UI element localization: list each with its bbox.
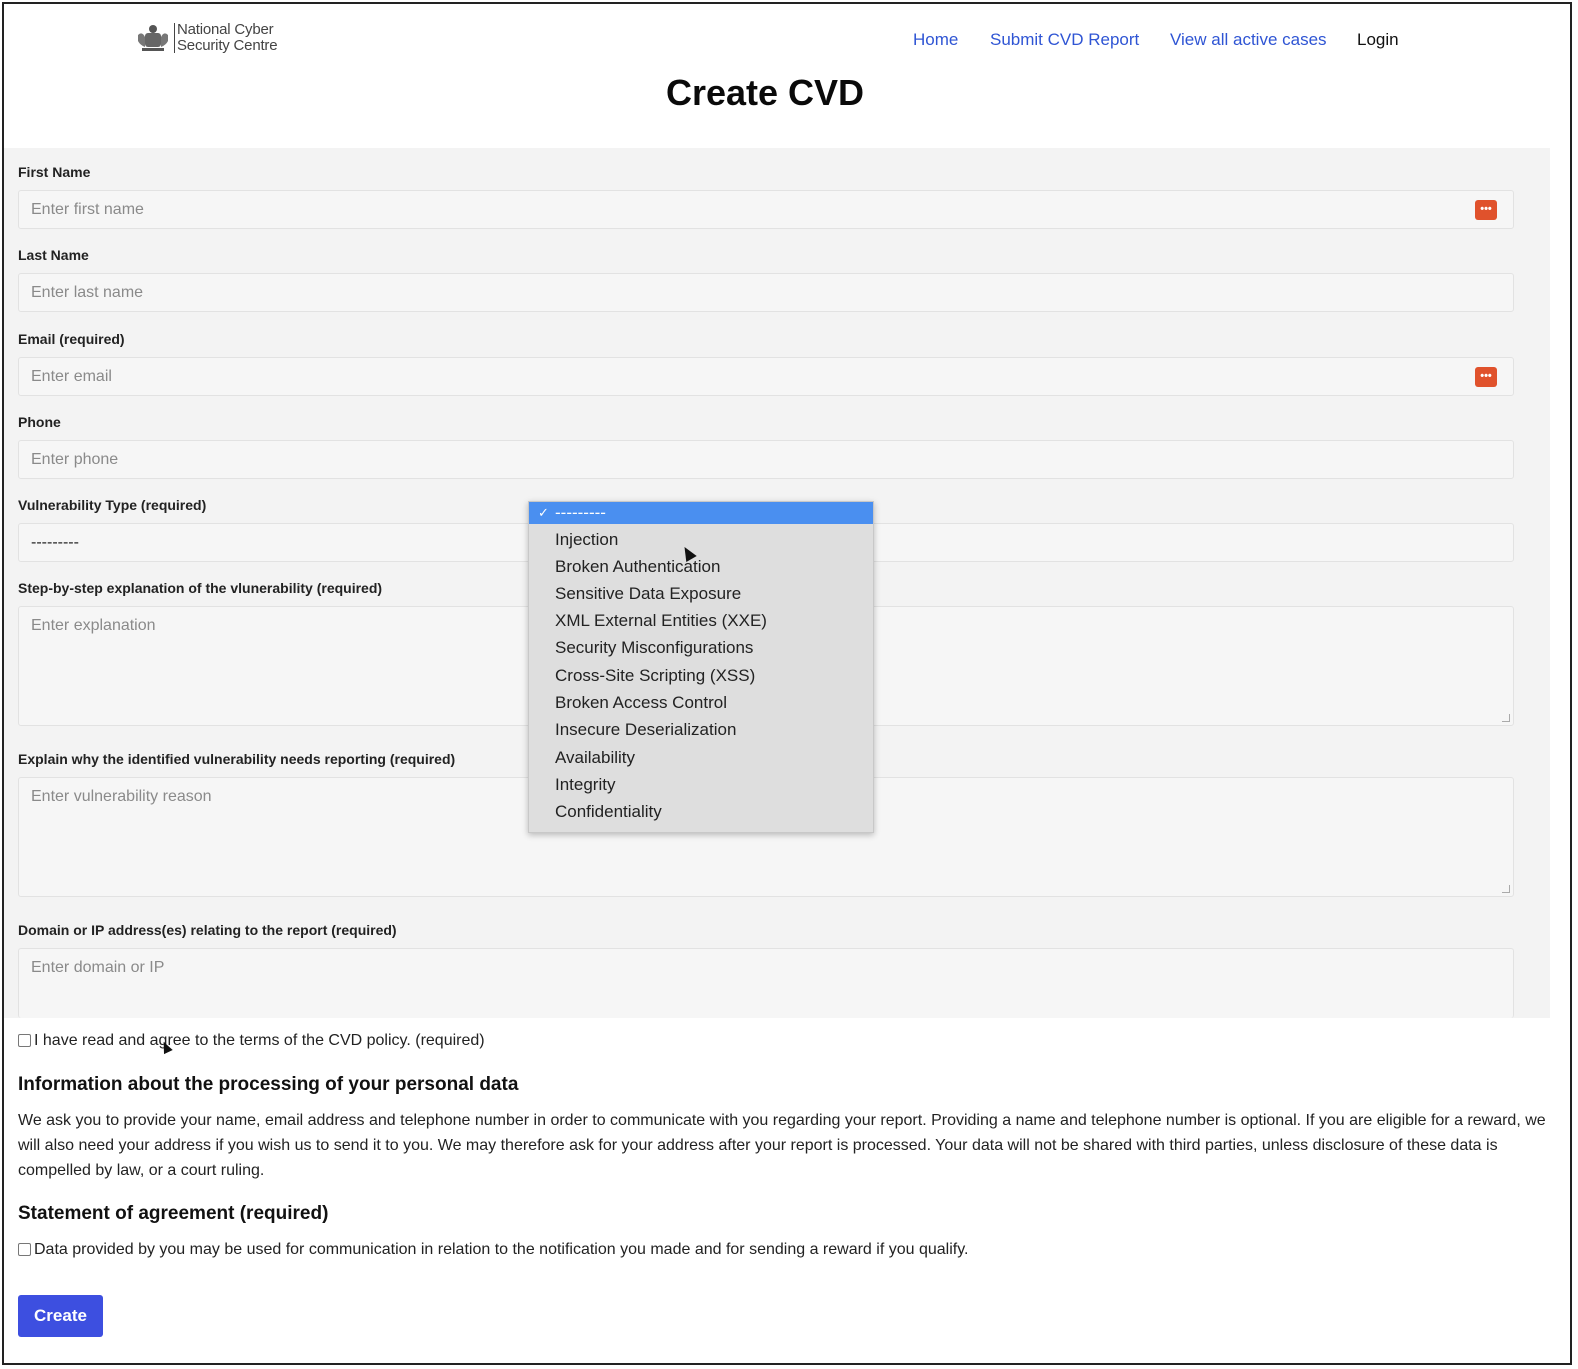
reason-placeholder: Enter vulnerability reason: [31, 788, 212, 805]
dropdown-option[interactable]: Security Misconfigurations: [529, 634, 873, 661]
dropdown-option[interactable]: Cross-Site Scripting (XSS): [529, 662, 873, 689]
dropdown-option[interactable]: Broken Access Control: [529, 689, 873, 716]
explanation-label: Step-by-step explanation of the vlunerab…: [18, 580, 383, 596]
agreement-heading: Statement of agreement (required): [18, 1203, 329, 1224]
nav-login-link[interactable]: Login: [1357, 30, 1399, 50]
dropdown-option[interactable]: Integrity: [529, 771, 873, 798]
dropdown-option[interactable]: Broken Authentication: [529, 553, 873, 580]
agreement-checkbox[interactable]: [18, 1243, 31, 1256]
policy-checkbox-label[interactable]: I have read and agree to the terms of th…: [34, 1032, 485, 1050]
password-manager-icon[interactable]: •••: [1475, 200, 1497, 220]
create-button[interactable]: Create: [18, 1295, 103, 1337]
resize-handle[interactable]: [1502, 885, 1510, 893]
dropdown-option[interactable]: Sensitive Data Exposure: [529, 580, 873, 607]
phone-input[interactable]: Enter phone: [18, 440, 1514, 479]
phone-label: Phone: [18, 414, 61, 430]
email-input[interactable]: Enter email •••: [18, 357, 1514, 396]
vulnerability-type-dropdown[interactable]: ✓ --------- Injection Broken Authenticat…: [528, 501, 874, 833]
password-manager-icon[interactable]: •••: [1475, 367, 1497, 387]
vulnerability-type-value: ---------: [31, 534, 79, 551]
first-name-placeholder: Enter first name: [31, 201, 144, 218]
email-label: Email (required): [18, 331, 125, 347]
dropdown-option[interactable]: Confidentiality: [529, 798, 873, 825]
dropdown-option[interactable]: XML External Entities (XXE): [529, 607, 873, 634]
page-title: Create CVD: [665, 72, 865, 113]
first-name-input[interactable]: Enter first name •••: [18, 190, 1514, 229]
dropdown-option[interactable]: Insecure Deserialization: [529, 716, 873, 743]
domain-label: Domain or IP address(es) relating to the…: [18, 922, 397, 938]
last-name-input[interactable]: Enter last name: [18, 273, 1514, 312]
vulnerability-type-label: Vulnerability Type (required): [18, 497, 207, 513]
personal-data-heading: Information about the processing of your…: [18, 1074, 519, 1095]
policy-checkbox[interactable]: [18, 1034, 31, 1047]
domain-placeholder: Enter domain or IP: [31, 959, 165, 976]
nav-submit-report-link[interactable]: Submit CVD Report: [990, 30, 1139, 50]
dropdown-option-selected[interactable]: ✓ ---------: [529, 502, 873, 524]
personal-data-text: We ask you to provide your name, email a…: [18, 1112, 1546, 1179]
agreement-checkbox-label[interactable]: Data provided by you may be used for com…: [34, 1241, 968, 1259]
dropdown-option[interactable]: Injection: [529, 526, 873, 553]
reason-label: Explain why the identified vulnerability…: [18, 751, 456, 767]
email-placeholder: Enter email: [31, 368, 112, 385]
dropdown-option[interactable]: Availability: [529, 744, 873, 771]
first-name-label: First Name: [18, 164, 91, 180]
nav-view-cases-link[interactable]: View all active cases: [1170, 30, 1327, 50]
resize-handle[interactable]: [1502, 714, 1510, 722]
top-nav: Home Submit CVD Report View all active c…: [0, 30, 1578, 50]
dropdown-option-label: ---------: [555, 503, 606, 522]
nav-home-link[interactable]: Home: [913, 30, 958, 50]
phone-placeholder: Enter phone: [31, 451, 119, 468]
domain-textarea[interactable]: Enter domain or IP: [18, 948, 1514, 1018]
last-name-placeholder: Enter last name: [31, 284, 144, 301]
checkmark-icon: ✓: [538, 505, 549, 520]
last-name-label: Last Name: [18, 247, 89, 263]
explanation-placeholder: Enter explanation: [31, 617, 156, 634]
